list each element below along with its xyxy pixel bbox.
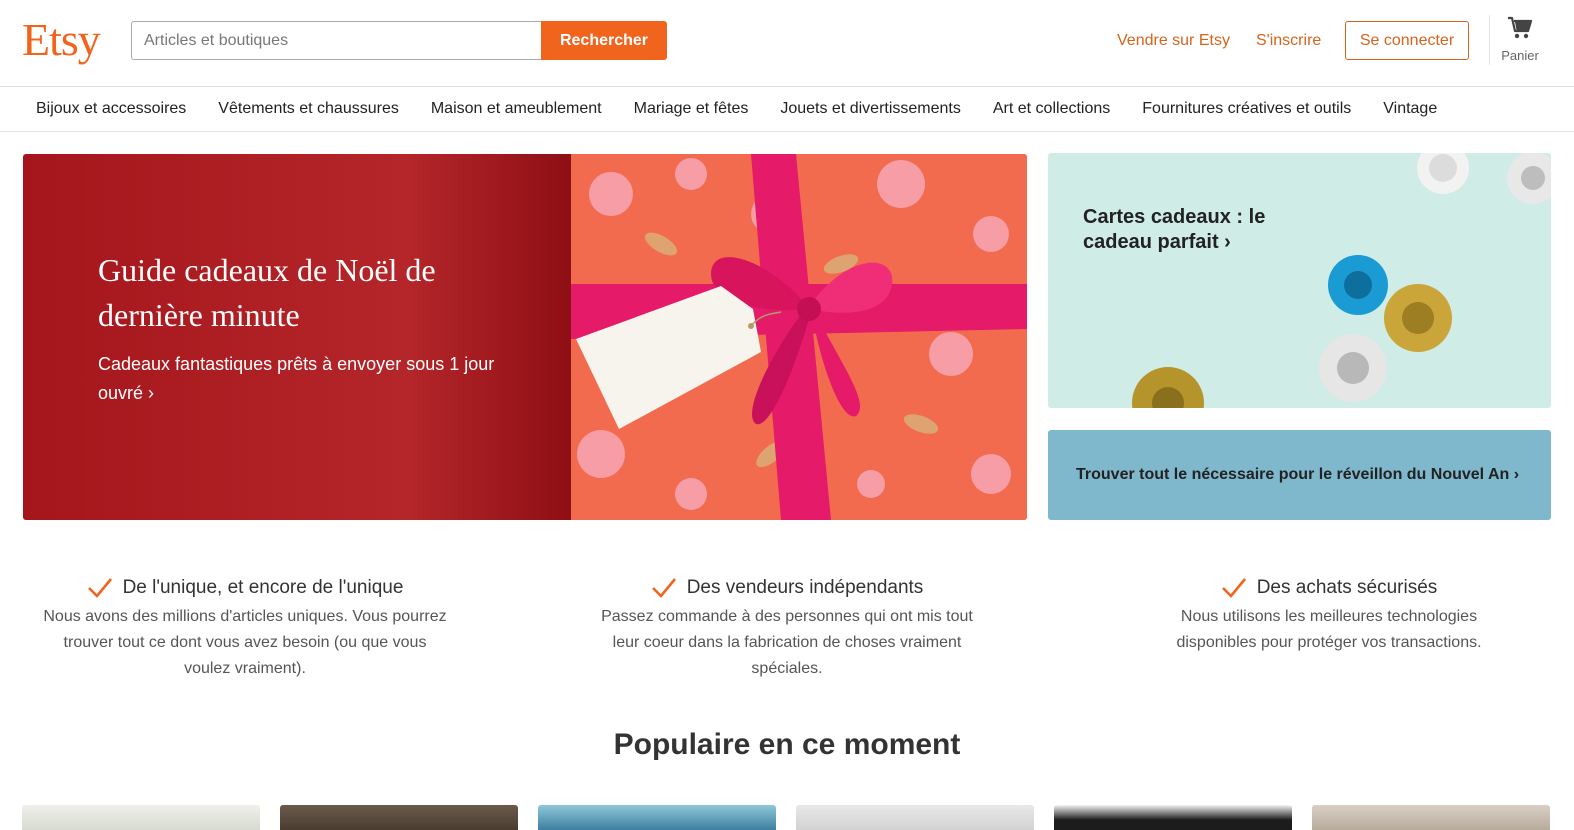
cart-label: Panier	[1501, 48, 1539, 63]
search-button[interactable]: Rechercher	[541, 21, 667, 60]
popular-section-title: Populaire en ce moment	[613, 728, 961, 761]
category-craft-supplies[interactable]: Fournitures créatives et outils	[1126, 87, 1367, 131]
gift-illustration	[571, 154, 1027, 520]
popular-item-3[interactable]	[538, 805, 776, 830]
cart-button[interactable]: Panier	[1494, 16, 1546, 71]
value-prop-text: Nous avons des millions d'articles uniqu…	[43, 608, 447, 677]
gift-cards-title: Cartes cadeaux : le cadeau parfait ›	[1083, 206, 1266, 253]
search-input[interactable]	[131, 21, 541, 60]
checkmark-icon	[87, 578, 112, 598]
category-toys[interactable]: Jouets et divertissements	[764, 87, 977, 131]
hero-banner[interactable]: Guide cadeaux de Noël de dernière minute…	[23, 154, 1027, 520]
hero-gift-image	[571, 154, 1027, 520]
popular-item-1[interactable]	[22, 805, 260, 830]
value-prop-unique: De l'unique, et encore de l'unique Nous …	[40, 576, 450, 682]
value-prop-title: Des achats sécurisés	[1256, 577, 1438, 598]
category-wedding[interactable]: Mariage et fêtes	[618, 87, 765, 131]
category-jewelry[interactable]: Bijoux et accessoires	[20, 87, 202, 131]
category-art[interactable]: Art et collections	[977, 87, 1126, 131]
etsy-logo[interactable]: Etsy	[22, 12, 101, 68]
popular-item-6[interactable]	[1312, 805, 1550, 830]
new-year-title: Trouver tout le nécessaire pour le révei…	[1076, 466, 1520, 483]
value-prop-text: Nous utilisons les meilleures technologi…	[1176, 608, 1482, 651]
gift-bows-illustration	[1048, 153, 1551, 408]
bow-silver-2	[1319, 334, 1387, 402]
value-prop-sellers: Des vendeurs indépendants Passez command…	[597, 576, 977, 682]
popular-item-5[interactable]	[1054, 805, 1292, 830]
value-prop-text: Passez commande à des personnes qui ont …	[601, 608, 973, 677]
hero-subtitle-link[interactable]: Cadeaux fantastiques prêts à envoyer sou…	[98, 350, 508, 408]
popular-item-4[interactable]	[796, 805, 1034, 830]
signin-button[interactable]: Se connecter	[1345, 21, 1469, 60]
header: Etsy Rechercher Vendre sur Etsy S'inscri…	[0, 0, 1574, 87]
checkmark-icon	[1221, 578, 1246, 598]
popular-items-row	[22, 805, 1552, 830]
value-prop-title: De l'unique, et encore de l'unique	[122, 577, 404, 598]
bow-blue	[1328, 255, 1388, 315]
header-divider	[1489, 15, 1490, 65]
value-prop-title: Des vendeurs indépendants	[686, 577, 924, 598]
hero-text-panel: Guide cadeaux de Noël de dernière minute…	[23, 154, 571, 520]
cart-icon	[1508, 16, 1533, 39]
search-bar: Rechercher	[131, 21, 667, 60]
gift-cards-promo[interactable]: Cartes cadeaux : le cadeau parfait ›	[1048, 153, 1551, 408]
hero-title: Guide cadeaux de Noël de dernière minute	[98, 252, 436, 333]
popular-item-2[interactable]	[280, 805, 518, 830]
sell-on-etsy-link[interactable]: Vendre sur Etsy	[1117, 31, 1230, 51]
category-clothing[interactable]: Vêtements et chaussures	[202, 87, 415, 131]
value-prop-secure: Des achats sécurisés Nous utilisons les …	[1143, 576, 1515, 656]
register-link[interactable]: S'inscrire	[1256, 31, 1321, 51]
bow-gold-1	[1384, 284, 1452, 352]
category-home[interactable]: Maison et ameublement	[415, 87, 618, 131]
category-vintage[interactable]: Vintage	[1367, 87, 1453, 131]
checkmark-icon	[651, 578, 676, 598]
new-year-promo[interactable]: Trouver tout le nécessaire pour le révei…	[1048, 430, 1551, 520]
category-nav: Bijoux et accessoires Vêtements et chaus…	[0, 87, 1574, 132]
